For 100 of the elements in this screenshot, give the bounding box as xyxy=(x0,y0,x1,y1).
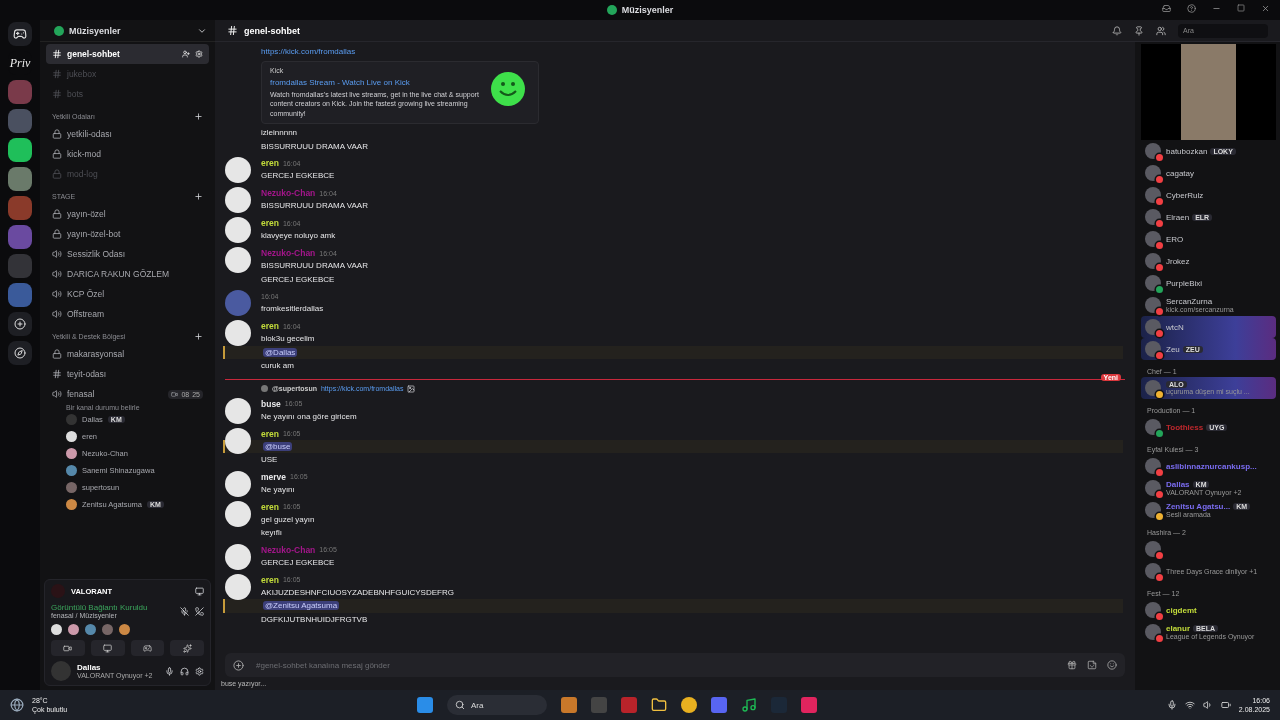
message-input[interactable]: #genel-sohbet kanalına mesaj gönder xyxy=(225,653,1125,677)
user-mention[interactable]: @buse xyxy=(263,441,293,451)
member-item[interactable]: cigdemt xyxy=(1141,599,1276,621)
maximize-icon[interactable] xyxy=(1237,4,1245,12)
window-title: Müzisyenler xyxy=(621,5,674,15)
author-name[interactable]: eren xyxy=(261,158,279,168)
user-avatar xyxy=(225,187,251,213)
user-mention[interactable]: @Dallas xyxy=(263,347,298,357)
add-icon[interactable] xyxy=(233,659,244,671)
settings-icon[interactable] xyxy=(195,666,204,676)
disconnect-icon[interactable] xyxy=(195,606,204,616)
channel-item[interactable]: yayın-özel-bot xyxy=(46,224,209,244)
channel-item[interactable]: yayın-özel xyxy=(46,204,209,224)
author-name[interactable]: merve xyxy=(261,471,287,482)
browser-icon[interactable] xyxy=(680,697,697,713)
author-name[interactable]: buse xyxy=(261,398,281,409)
music-icon[interactable] xyxy=(740,697,757,713)
channel-item[interactable]: DARICA RAKUN GÖZLEM xyxy=(46,264,209,284)
server-icon[interactable] xyxy=(8,167,32,191)
channel-item[interactable]: kick-mod xyxy=(46,144,209,164)
camera-icon xyxy=(63,643,73,653)
gift-icon[interactable] xyxy=(1067,660,1077,670)
close-icon[interactable] xyxy=(1261,4,1270,13)
member-name: elanur xyxy=(1166,624,1190,633)
server-header[interactable]: Müzisyenler xyxy=(40,20,215,42)
lock-icon xyxy=(52,149,62,159)
member-item[interactable]: wtcN xyxy=(1141,316,1276,338)
volume-icon[interactable] xyxy=(1202,700,1213,710)
member-name: cigdemt xyxy=(1166,605,1197,615)
start-icon[interactable] xyxy=(416,697,433,713)
channel-item[interactable]: Sessizlik Odası xyxy=(46,244,209,264)
notification-icon[interactable] xyxy=(1112,25,1122,36)
monitor-icon[interactable] xyxy=(195,586,204,596)
message-text: USE xyxy=(261,454,279,467)
lock-icon xyxy=(52,129,62,139)
app-icon[interactable] xyxy=(560,697,577,713)
member-name: ERO xyxy=(1166,234,1184,244)
author-name[interactable]: eren xyxy=(261,218,279,228)
avatar xyxy=(261,385,268,392)
headphones-icon[interactable] xyxy=(180,666,189,676)
app-logo-icon[interactable] xyxy=(8,22,32,46)
app-icon[interactable] xyxy=(620,697,637,713)
member-item[interactable]: PurpleBixi xyxy=(1141,272,1276,294)
author-name[interactable]: eren xyxy=(261,574,279,585)
microphone-icon[interactable] xyxy=(165,666,174,676)
emoji-icon[interactable] xyxy=(1107,660,1117,670)
activity-button[interactable] xyxy=(130,640,165,656)
message-text: Ne yayını ona göre giricem xyxy=(261,410,357,423)
noise-off-icon[interactable] xyxy=(180,606,189,616)
member-name: Elraen xyxy=(1166,212,1190,222)
member-item[interactable]: aslibinnaznurcankusp... xyxy=(1141,455,1276,477)
taskbar-search[interactable]: Ara xyxy=(446,695,547,715)
server-icon[interactable] xyxy=(8,138,32,162)
member-name: PurpleBixi xyxy=(1166,278,1202,288)
message-text: GERCEJ EGKEBCE xyxy=(261,273,336,286)
channel-item[interactable]: yetkili-odası xyxy=(46,124,209,144)
message-text: keyıflı xyxy=(261,527,283,540)
member-name: CyberRulz xyxy=(1166,190,1204,200)
member-item[interactable]: ERO xyxy=(1141,228,1276,250)
author-name[interactable]: eren xyxy=(261,501,279,512)
channel-item[interactable]: KCP Özel xyxy=(46,284,209,304)
lock-icon xyxy=(52,209,62,219)
wifi-icon[interactable] xyxy=(1184,700,1195,710)
add-icon[interactable] xyxy=(194,192,203,201)
add-icon[interactable] xyxy=(194,332,203,341)
compass-icon[interactable] xyxy=(8,341,32,365)
members-icon[interactable] xyxy=(1156,25,1166,36)
camera-button[interactable] xyxy=(51,640,85,656)
channel-item[interactable]: genel-sohbet xyxy=(46,44,209,64)
channel-item[interactable]: Offstream xyxy=(46,304,209,324)
sticker-icon[interactable] xyxy=(1087,660,1097,670)
member-item[interactable]: CyberRulz xyxy=(1141,184,1276,206)
help-icon[interactable] xyxy=(1187,4,1196,13)
author-name[interactable]: eren xyxy=(261,321,279,331)
add-icon[interactable] xyxy=(194,112,203,121)
channel-item[interactable]: makarasyonsal xyxy=(46,344,209,364)
member-item[interactable]: Jrokez xyxy=(1141,250,1276,272)
avatar xyxy=(102,624,113,635)
battery-icon[interactable] xyxy=(1220,700,1231,710)
inbox-icon[interactable] xyxy=(1162,4,1171,13)
invite-icon[interactable] xyxy=(182,50,190,58)
add-server-icon[interactable] xyxy=(8,312,32,336)
app-icon[interactable] xyxy=(800,697,817,713)
speaker-icon xyxy=(52,389,62,399)
hash-icon xyxy=(227,25,238,36)
member-name: Zeu xyxy=(1166,344,1180,354)
pin-icon[interactable] xyxy=(1134,25,1144,36)
member-item[interactable]: cagatay xyxy=(1141,162,1276,184)
folder-icon[interactable] xyxy=(650,697,667,713)
screen-share-button[interactable] xyxy=(90,640,125,656)
message-link[interactable]: https://kick.com/fromdallas xyxy=(261,47,356,57)
soundboard-button[interactable] xyxy=(170,640,204,656)
app-icon[interactable] xyxy=(710,697,727,713)
user-mention[interactable]: @Zenitsu Agatsuma xyxy=(263,601,340,611)
message-text-input[interactable]: #genel-sohbet kanalına mesaj gönder xyxy=(254,657,1057,673)
author-name[interactable]: eren xyxy=(261,428,279,439)
channel-item[interactable]: teyit-odası xyxy=(46,364,209,384)
member-name: Jrokez xyxy=(1166,256,1190,266)
microphone-icon[interactable] xyxy=(1166,700,1177,710)
embed-title[interactable]: fromdallas Stream - Watch Live on Kick xyxy=(270,77,480,87)
